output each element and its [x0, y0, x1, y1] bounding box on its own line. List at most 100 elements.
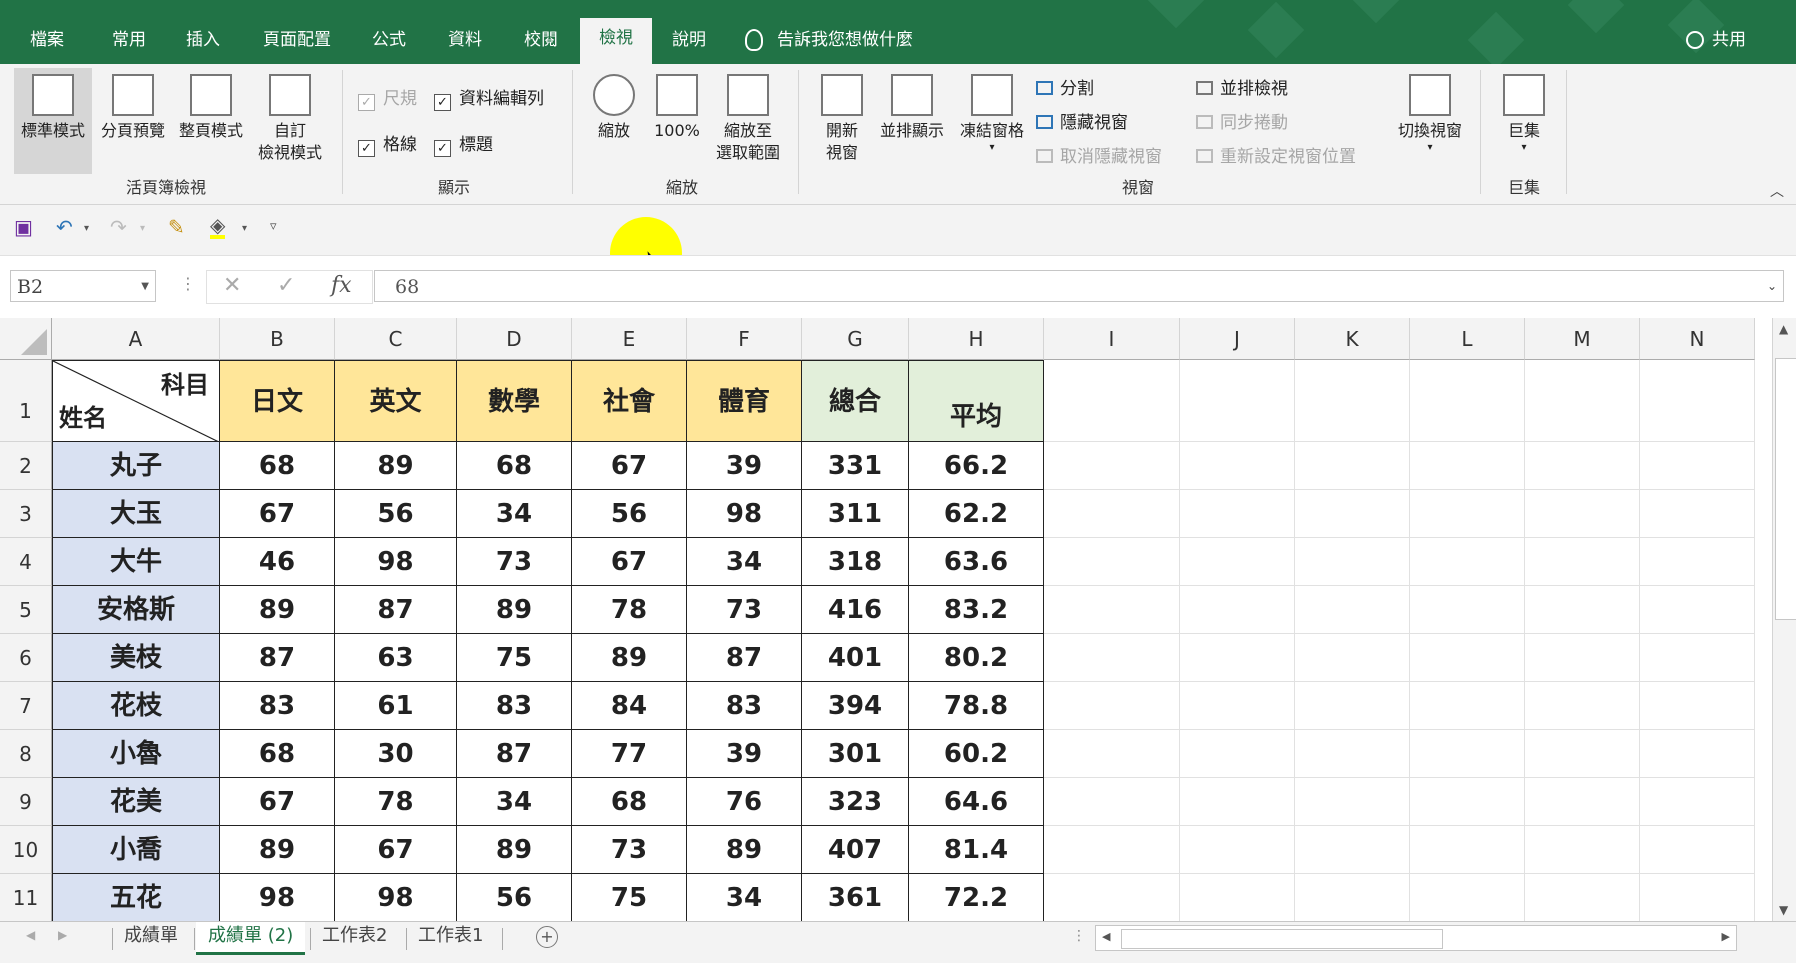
score-cell[interactable]: 98 — [335, 538, 457, 586]
score-cell[interactable]: 67 — [335, 826, 457, 874]
subject-header-cell[interactable]: 日文 — [220, 360, 335, 442]
empty-cell[interactable] — [1410, 874, 1525, 922]
arrange-all-button[interactable]: 並排顯示 — [874, 74, 950, 142]
save-icon[interactable]: ▣ — [14, 215, 33, 239]
page-layout-view-button[interactable]: 整頁模式 — [172, 74, 250, 142]
score-cell[interactable]: 72.2 — [909, 874, 1044, 922]
tab-data[interactable]: 資料 — [432, 20, 498, 64]
score-cell[interactable]: 331 — [802, 442, 909, 490]
empty-cell[interactable] — [1180, 682, 1295, 730]
tab-file[interactable]: 檔案 — [14, 20, 80, 64]
score-cell[interactable]: 89 — [572, 634, 687, 682]
subject-header-cell[interactable]: 平均 — [909, 360, 1044, 442]
score-cell[interactable]: 46 — [220, 538, 335, 586]
score-cell[interactable]: 311 — [802, 490, 909, 538]
worksheet-grid[interactable]: A B C D E F G H I J K L M N 1 2 3 4 5 6 7 8 9 10 11 科目 姓名 日文 英文 數學 社會體… — [0, 318, 1772, 923]
empty-cell[interactable] — [1180, 538, 1295, 586]
empty-cell[interactable] — [1525, 586, 1640, 634]
horizontal-scrollbar[interactable]: ◀ ▶ — [1095, 925, 1737, 951]
score-cell[interactable]: 78.8 — [909, 682, 1044, 730]
scroll-left-icon[interactable]: ◀ — [1102, 930, 1110, 943]
score-cell[interactable]: 63.6 — [909, 538, 1044, 586]
score-cell[interactable]: 87 — [220, 634, 335, 682]
empty-cell[interactable] — [1180, 490, 1295, 538]
empty-cell[interactable] — [1295, 490, 1410, 538]
horizontal-scroll-thumb[interactable] — [1121, 929, 1443, 949]
empty-cell[interactable] — [1525, 874, 1640, 922]
score-cell[interactable]: 34 — [687, 874, 802, 922]
empty-cell[interactable] — [1410, 778, 1525, 826]
undo-icon[interactable]: ↶ — [56, 215, 73, 239]
empty-cell[interactable] — [1640, 874, 1755, 922]
score-cell[interactable]: 78 — [335, 778, 457, 826]
score-cell[interactable]: 76 — [687, 778, 802, 826]
score-cell[interactable]: 73 — [687, 586, 802, 634]
select-all-corner[interactable] — [0, 318, 52, 360]
column-header-m[interactable]: M — [1525, 318, 1640, 360]
tab-review[interactable]: 校閱 — [508, 20, 574, 64]
collapse-ribbon-icon[interactable]: ︿ — [1770, 181, 1784, 201]
score-cell[interactable]: 68 — [220, 730, 335, 778]
name-box[interactable]: B2 ▼ — [10, 270, 156, 302]
score-cell[interactable]: 89 — [220, 586, 335, 634]
empty-cell[interactable] — [1295, 874, 1410, 922]
fill-color-dropdown-icon[interactable]: ▾ — [242, 223, 247, 234]
empty-cell[interactable] — [1044, 586, 1180, 634]
student-name-cell[interactable]: 五花 — [52, 874, 220, 922]
empty-cell[interactable] — [1180, 874, 1295, 922]
empty-cell[interactable] — [1410, 538, 1525, 586]
empty-cell[interactable] — [1295, 682, 1410, 730]
row-header-3[interactable]: 3 — [0, 490, 52, 538]
share-button[interactable]: 共用 — [1686, 20, 1746, 60]
score-cell[interactable]: 62.2 — [909, 490, 1044, 538]
column-header-n[interactable]: N — [1640, 318, 1755, 360]
score-cell[interactable]: 56 — [572, 490, 687, 538]
score-cell[interactable]: 323 — [802, 778, 909, 826]
format-painter-icon[interactable]: ✎ — [168, 215, 185, 239]
column-header-h[interactable]: H — [909, 318, 1044, 360]
empty-cell[interactable] — [1525, 442, 1640, 490]
score-cell[interactable]: 63 — [335, 634, 457, 682]
score-cell[interactable]: 83 — [457, 682, 572, 730]
empty-cell[interactable] — [1044, 778, 1180, 826]
score-cell[interactable]: 67 — [220, 490, 335, 538]
subject-header-cell[interactable]: 英文 — [335, 360, 457, 442]
empty-cell[interactable] — [1525, 682, 1640, 730]
score-cell[interactable]: 87 — [457, 730, 572, 778]
empty-cell[interactable] — [1525, 826, 1640, 874]
headings-checkbox[interactable]: ✓ 標題 — [434, 130, 493, 157]
tab-help[interactable]: 說明 — [656, 20, 722, 64]
customize-qat-icon[interactable]: ▿ — [270, 219, 277, 234]
enter-icon[interactable]: ✓ — [277, 273, 295, 298]
column-header-f[interactable]: F — [687, 318, 802, 360]
empty-cell[interactable] — [1295, 442, 1410, 490]
score-cell[interactable]: 301 — [802, 730, 909, 778]
score-cell[interactable]: 60.2 — [909, 730, 1044, 778]
fill-color-icon[interactable]: ◈ — [210, 215, 226, 239]
score-cell[interactable]: 78 — [572, 586, 687, 634]
score-cell[interactable]: 98 — [335, 874, 457, 922]
column-header-b[interactable]: B — [220, 318, 335, 360]
empty-cell[interactable] — [1525, 634, 1640, 682]
sheet-tab[interactable]: 工作表2 — [310, 922, 399, 952]
empty-cell[interactable] — [1410, 442, 1525, 490]
empty-cell[interactable] — [1410, 490, 1525, 538]
unhide-window-button[interactable]: 取消隱藏視窗 — [1036, 142, 1162, 167]
empty-cell[interactable] — [1044, 360, 1180, 442]
reset-window-position-button[interactable]: 重新設定視窗位置 — [1196, 142, 1356, 167]
row-header-10[interactable]: 10 — [0, 826, 52, 874]
freeze-panes-button[interactable]: 凍結窗格 ▾ — [952, 74, 1032, 154]
student-name-cell[interactable]: 丸子 — [52, 442, 220, 490]
score-cell[interactable]: 81.4 — [909, 826, 1044, 874]
score-cell[interactable]: 64.6 — [909, 778, 1044, 826]
row-header-8[interactable]: 8 — [0, 730, 52, 778]
tab-home[interactable]: 常用 — [96, 20, 162, 64]
hide-window-button[interactable]: 隱藏視窗 — [1036, 108, 1128, 133]
score-cell[interactable]: 83 — [220, 682, 335, 730]
score-cell[interactable]: 77 — [572, 730, 687, 778]
tab-formulas[interactable]: 公式 — [356, 20, 422, 64]
redo-icon[interactable]: ↷ — [110, 215, 127, 239]
empty-cell[interactable] — [1044, 730, 1180, 778]
score-cell[interactable]: 30 — [335, 730, 457, 778]
column-header-l[interactable]: L — [1410, 318, 1525, 360]
